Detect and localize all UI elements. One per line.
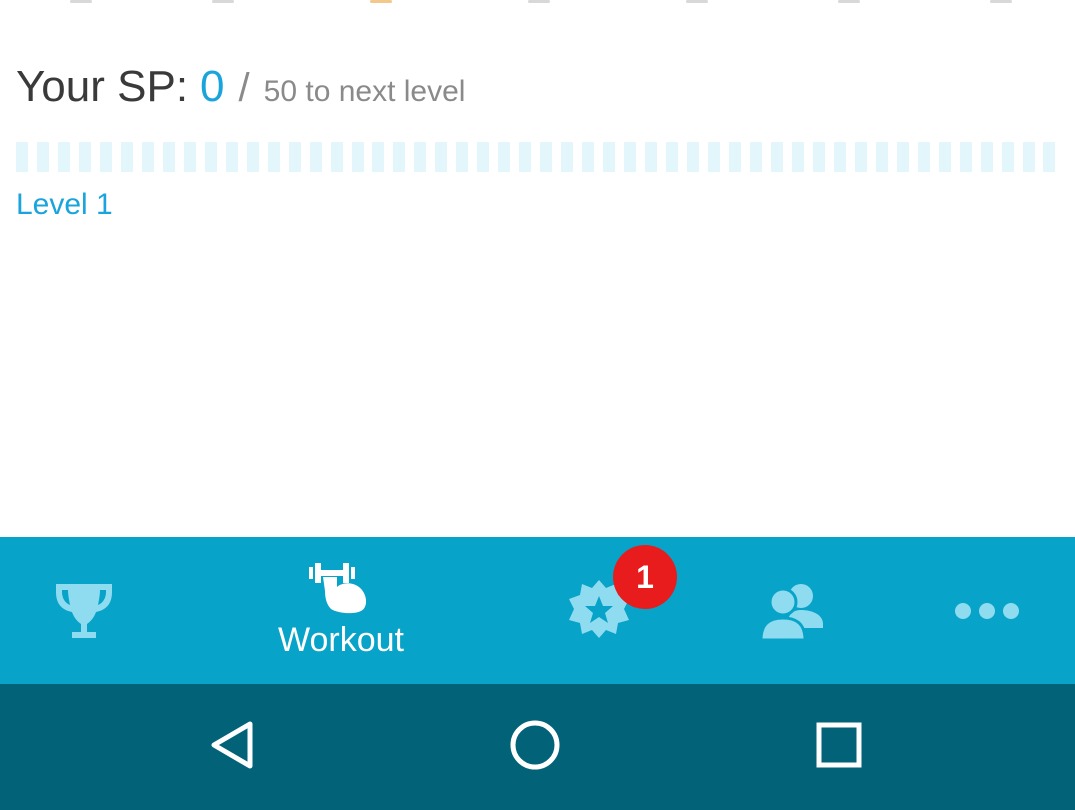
progress-segment bbox=[393, 142, 406, 172]
progress-segment bbox=[414, 142, 427, 172]
recents-icon bbox=[816, 722, 862, 773]
progress-segment bbox=[582, 142, 595, 172]
progress-segment bbox=[519, 142, 532, 172]
level-label: Level 1 bbox=[16, 188, 113, 221]
progress-segment bbox=[854, 142, 867, 172]
top-indicator bbox=[212, 0, 234, 3]
dumbbell-arm-icon bbox=[307, 561, 375, 617]
progress-segment bbox=[57, 142, 70, 172]
notification-badge: 1 bbox=[613, 545, 677, 609]
system-navigation-bar bbox=[0, 684, 1075, 810]
tab-friends[interactable] bbox=[713, 537, 873, 684]
sp-summary: Your SP: 0 / 50 to next level bbox=[16, 62, 465, 122]
progress-segment bbox=[36, 142, 49, 172]
tab-workout-label: Workout bbox=[278, 621, 404, 659]
progress-segment bbox=[1043, 142, 1056, 172]
progress-segment bbox=[938, 142, 951, 172]
progress-segment bbox=[749, 142, 762, 172]
progress-segment bbox=[561, 142, 574, 172]
progress-segment bbox=[435, 142, 448, 172]
progress-segment bbox=[1022, 142, 1035, 172]
progress-segment bbox=[603, 142, 616, 172]
trophy-icon bbox=[52, 578, 116, 644]
sp-progress-bar bbox=[16, 142, 1056, 172]
progress-segment bbox=[624, 142, 637, 172]
top-indicator-active bbox=[370, 0, 392, 3]
people-icon bbox=[759, 580, 827, 642]
top-tab-indicator-strip bbox=[0, 0, 1075, 8]
progress-segment bbox=[246, 142, 259, 172]
progress-segment bbox=[372, 142, 385, 172]
sp-label: Your SP: bbox=[16, 62, 189, 111]
home-button[interactable] bbox=[475, 684, 595, 810]
tab-trophy[interactable] bbox=[4, 537, 164, 684]
progress-segment bbox=[141, 142, 154, 172]
progress-segment bbox=[687, 142, 699, 172]
tab-workout[interactable]: Workout bbox=[261, 537, 421, 684]
home-icon bbox=[509, 719, 561, 776]
progress-segment bbox=[330, 142, 343, 172]
progress-segment bbox=[791, 142, 804, 172]
progress-segment bbox=[267, 142, 280, 172]
progress-segment bbox=[183, 142, 196, 172]
progress-segment bbox=[120, 142, 133, 172]
progress-segment bbox=[645, 142, 658, 172]
more-icon bbox=[954, 602, 1020, 620]
sp-separator: / bbox=[238, 66, 250, 110]
tab-more[interactable] bbox=[907, 537, 1067, 684]
back-button[interactable] bbox=[172, 684, 292, 810]
progress-segment bbox=[770, 142, 783, 172]
progress-segment bbox=[204, 142, 217, 172]
bottom-tab-bar: Workout 1 bbox=[0, 537, 1075, 684]
progress-segment bbox=[1001, 142, 1014, 172]
progress-segment bbox=[540, 142, 553, 172]
progress-segment bbox=[477, 142, 490, 172]
progress-segment bbox=[666, 142, 679, 172]
progress-segment bbox=[728, 142, 741, 172]
top-indicator bbox=[70, 0, 92, 3]
progress-segment bbox=[351, 142, 364, 172]
progress-segment bbox=[875, 142, 888, 172]
progress-segment bbox=[78, 142, 91, 172]
progress-segment bbox=[917, 142, 930, 172]
progress-segment bbox=[16, 142, 28, 172]
sp-value: 0 bbox=[200, 62, 225, 111]
recents-button[interactable] bbox=[779, 684, 899, 810]
progress-segment bbox=[309, 142, 322, 172]
app-screen: Your SP: 0 / 50 to next level Level 1 Wo… bbox=[0, 0, 1075, 810]
progress-segment bbox=[707, 142, 720, 172]
progress-segment bbox=[162, 142, 175, 172]
top-indicator bbox=[990, 0, 1012, 3]
progress-segment bbox=[99, 142, 112, 172]
progress-segment bbox=[959, 142, 972, 172]
back-icon bbox=[209, 720, 255, 775]
progress-segment bbox=[896, 142, 909, 172]
progress-segment bbox=[812, 142, 825, 172]
progress-segment bbox=[980, 142, 993, 172]
top-indicator bbox=[838, 0, 860, 3]
top-indicator bbox=[686, 0, 708, 3]
sp-next-level-text: 50 to next level bbox=[263, 75, 466, 108]
progress-segment bbox=[288, 142, 301, 172]
progress-segment bbox=[456, 142, 469, 172]
tab-achievements[interactable]: 1 bbox=[519, 537, 679, 684]
top-indicator bbox=[528, 0, 550, 3]
progress-segment bbox=[833, 142, 846, 172]
progress-segment bbox=[225, 142, 238, 172]
progress-segment bbox=[498, 142, 511, 172]
